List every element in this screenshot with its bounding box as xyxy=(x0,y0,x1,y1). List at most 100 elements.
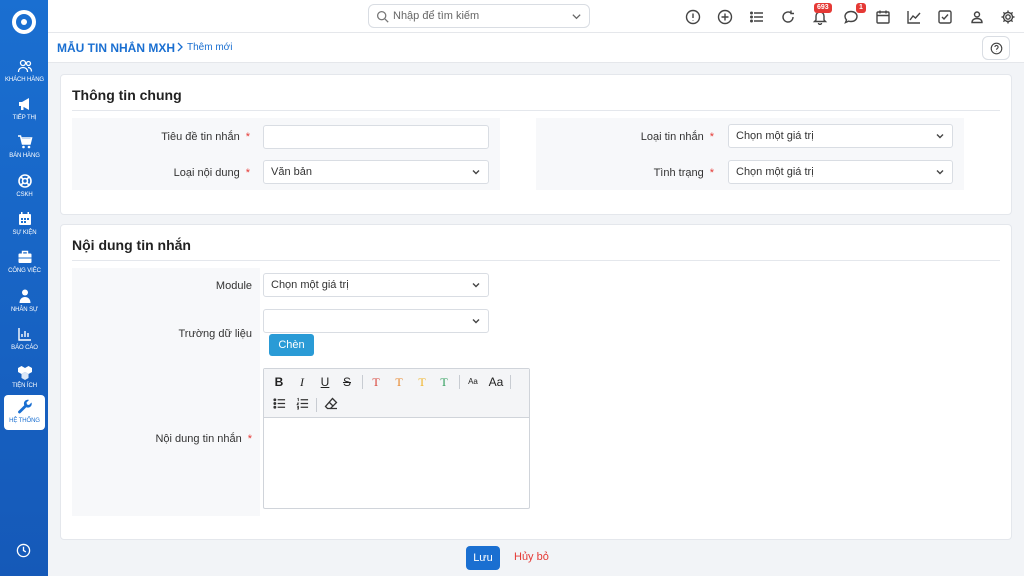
toolbar-separator xyxy=(362,375,363,389)
sidebar-item-marketing[interactable]: Tiếp thị xyxy=(4,92,45,130)
status-select[interactable]: Chọn một giá trị xyxy=(728,160,953,184)
chevron-down-icon xyxy=(936,170,944,175)
help-icon xyxy=(990,42,1003,55)
message-count-badge: 1 xyxy=(856,3,866,13)
search-input[interactable] xyxy=(393,8,563,24)
chevron-right-icon xyxy=(177,42,183,52)
users-icon xyxy=(17,59,32,73)
form-footer: Lưu Hủy bỏ xyxy=(48,540,1024,576)
text-color-green-button[interactable]: T xyxy=(436,374,452,390)
gear-icon[interactable] xyxy=(1000,9,1016,25)
sidebar: Khách hàng Tiếp thị Bán hàng CSKH Sự kiệ… xyxy=(0,0,48,576)
checkbox-icon[interactable] xyxy=(937,9,953,25)
sidebar-item-label: Tiếp thị xyxy=(12,115,37,121)
font-size-small-button[interactable]: Aa xyxy=(465,374,481,390)
save-button[interactable]: Lưu xyxy=(466,546,500,570)
underline-button[interactable]: U xyxy=(317,374,333,390)
content-type-label: Loại nội dung * xyxy=(173,167,250,179)
notification-count-badge: 693 xyxy=(814,3,832,13)
module-select[interactable]: Chọn một giá trị xyxy=(263,273,489,297)
status-value: Chọn một giá trị xyxy=(736,166,814,178)
sidebar-item-label: Công việc xyxy=(8,268,41,274)
clock-icon[interactable] xyxy=(16,543,31,558)
sidebar-item-events[interactable]: Sự kiện xyxy=(4,207,45,245)
message-title-input[interactable] xyxy=(263,125,489,149)
numbered-list-icon[interactable] xyxy=(296,397,309,410)
sidebar-item-customers[interactable]: Khách hàng xyxy=(4,54,45,92)
sidebar-item-customer-care[interactable]: CSKH xyxy=(4,169,45,207)
megaphone-icon xyxy=(18,98,29,110)
sidebar-item-reports[interactable]: Báo cáo xyxy=(4,322,45,360)
sidebar-item-label: Sự kiện xyxy=(12,230,37,236)
wrench-icon xyxy=(17,399,32,414)
chevron-down-icon xyxy=(936,134,944,139)
cancel-button[interactable]: Hủy bỏ xyxy=(514,551,549,563)
user-icon[interactable] xyxy=(969,9,985,25)
toolbar-separator xyxy=(459,375,460,389)
sidebar-item-label: Nhân sự xyxy=(10,307,39,313)
sidebar-item-label: Bán hàng xyxy=(9,153,40,159)
module-label: Module xyxy=(215,280,252,292)
report-icon xyxy=(17,328,31,341)
sidebar-item-utilities[interactable]: Tiện ích xyxy=(4,360,45,398)
lifebuoy-icon xyxy=(17,174,32,188)
message-title-label: Tiêu đề tin nhắn * xyxy=(161,131,250,143)
boxes-icon xyxy=(17,366,32,380)
divider xyxy=(72,260,1000,261)
sidebar-item-hr[interactable]: Nhân sự xyxy=(4,284,45,322)
toolbar-separator xyxy=(510,375,511,389)
section-title: Thông tin chung xyxy=(72,87,182,103)
calendar-icon xyxy=(18,212,31,225)
italic-button[interactable]: I xyxy=(294,374,310,390)
chevron-down-icon xyxy=(472,319,480,324)
chevron-down-icon[interactable] xyxy=(571,11,582,22)
font-size-large-button[interactable]: Aa xyxy=(487,374,505,390)
toolbar-separator xyxy=(316,398,317,412)
sidebar-item-system[interactable]: Hệ thống xyxy=(4,395,45,430)
message-type-select[interactable]: Chọn một giá trị xyxy=(728,124,953,148)
message-type-label: Loại tin nhắn * xyxy=(640,131,714,143)
data-field-select[interactable] xyxy=(263,309,489,333)
help-button[interactable] xyxy=(982,36,1010,60)
breadcrumb-parent[interactable]: MẪU TIN NHẮN MXH xyxy=(57,41,175,55)
app-logo[interactable] xyxy=(12,10,36,34)
sidebar-item-label: CSKH xyxy=(16,192,33,198)
calendar-icon[interactable] xyxy=(875,9,891,25)
sidebar-item-label: Hệ thống xyxy=(9,418,40,424)
breadcrumb-current: Thêm mới xyxy=(187,42,233,53)
label-column-bg xyxy=(72,268,260,516)
text-color-orange-button[interactable]: T xyxy=(391,374,407,390)
insert-button[interactable]: Chèn xyxy=(269,334,314,356)
breadcrumb: MẪU TIN NHẮN MXH Thêm mới xyxy=(48,33,1024,63)
sidebar-item-label: Báo cáo xyxy=(11,345,38,351)
bold-button[interactable]: B xyxy=(271,374,287,390)
content-type-value: Văn bản xyxy=(271,166,312,178)
module-value: Chọn một giá trị xyxy=(271,279,349,291)
chevron-down-icon xyxy=(472,170,480,175)
alert-icon[interactable] xyxy=(685,9,701,25)
status-label: Tình trạng * xyxy=(653,167,714,179)
data-field-label: Trường dữ liệu xyxy=(178,328,252,340)
divider xyxy=(72,110,1000,111)
strikethrough-button[interactable]: S xyxy=(339,374,355,390)
refresh-icon[interactable] xyxy=(780,9,796,25)
bullet-list-icon[interactable] xyxy=(273,397,286,410)
text-color-red-button[interactable]: T xyxy=(368,374,384,390)
editor-content-area[interactable] xyxy=(264,418,529,508)
editor-toolbar: B I U S T T T T Aa Aa xyxy=(264,369,529,418)
briefcase-icon xyxy=(18,250,31,263)
text-color-yellow-button[interactable]: T xyxy=(414,374,430,390)
sidebar-item-label: Tiện ích xyxy=(12,383,37,389)
eraser-icon[interactable] xyxy=(324,397,338,411)
list-icon[interactable] xyxy=(749,9,765,25)
sidebar-item-tasks[interactable]: Công việc xyxy=(4,245,45,283)
message-content-label: Nội dung tin nhắn * xyxy=(155,433,252,445)
add-circle-icon[interactable] xyxy=(717,9,733,25)
sidebar-item-sales[interactable]: Bán hàng xyxy=(4,130,45,168)
chart-line-icon[interactable] xyxy=(906,9,922,25)
message-type-value: Chọn một giá trị xyxy=(736,130,814,142)
search-icon xyxy=(376,10,389,23)
global-search[interactable] xyxy=(368,4,590,28)
section-title: Nội dung tin nhắn xyxy=(72,237,191,253)
content-type-select[interactable]: Văn bản xyxy=(263,160,489,184)
